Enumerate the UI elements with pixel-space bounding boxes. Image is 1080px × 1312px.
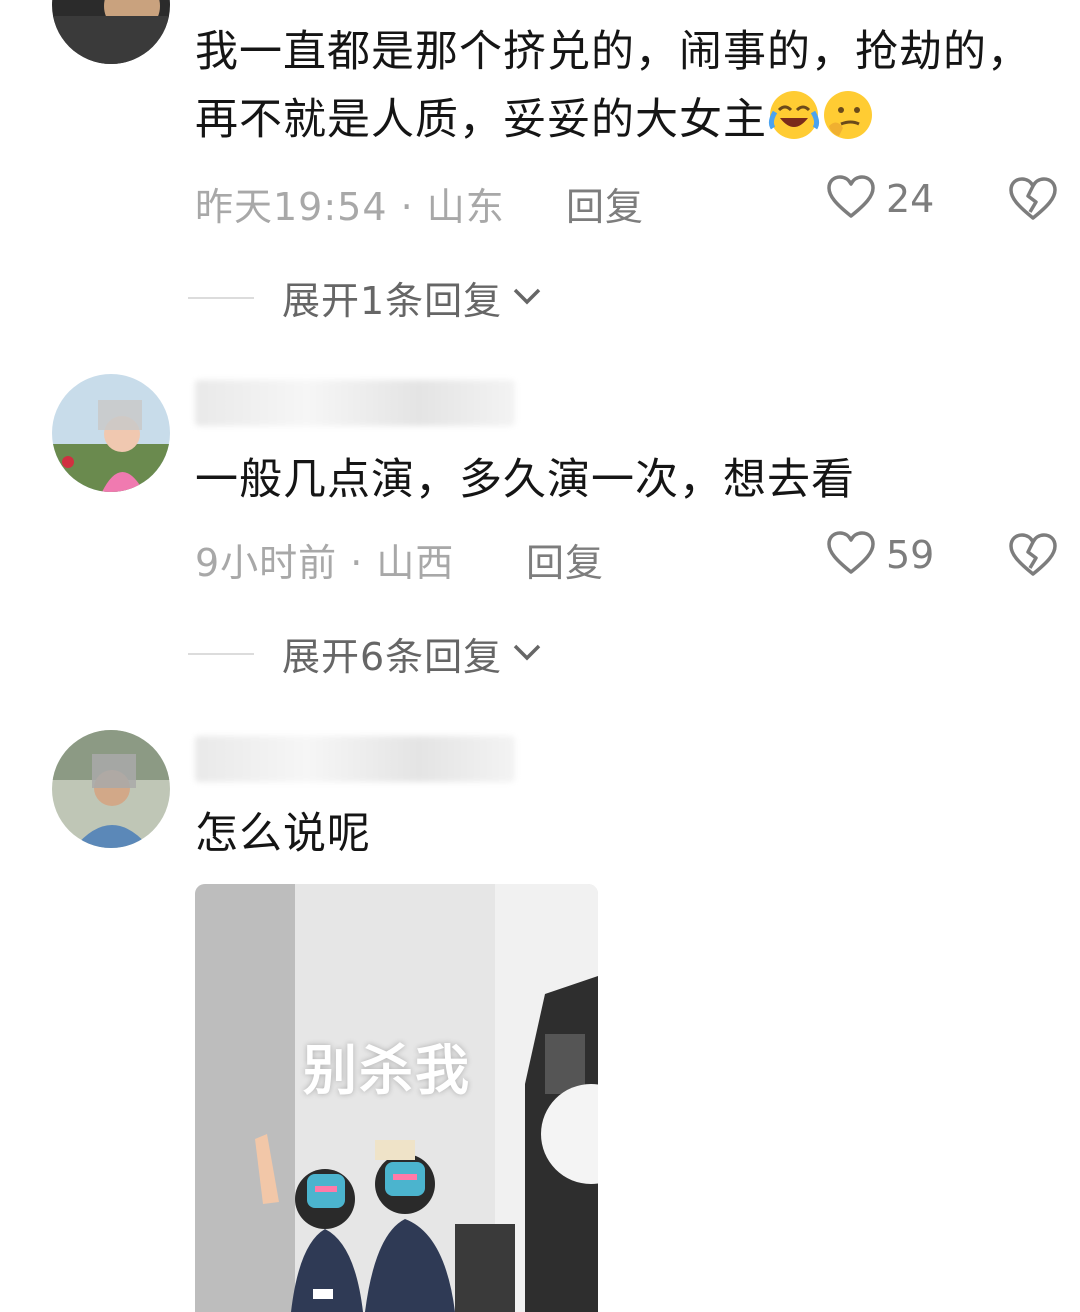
image-caption: 别杀我 bbox=[303, 1039, 471, 1102]
laughing-crying-emoji bbox=[767, 88, 821, 142]
heart-icon bbox=[826, 530, 876, 580]
like-count: 59 bbox=[886, 533, 935, 577]
expand-replies-label: 展开6条回复 bbox=[282, 635, 503, 679]
comment-text: 怎么说呢 bbox=[195, 809, 371, 859]
dislike-button[interactable] bbox=[1008, 532, 1058, 582]
expand-replies-label: 展开1条回复 bbox=[282, 279, 503, 323]
comment-text: 一般几点演，多久演一次，想去看 bbox=[195, 455, 855, 505]
avatar[interactable] bbox=[52, 0, 170, 64]
username-redacted bbox=[195, 736, 515, 782]
broken-heart-icon bbox=[1008, 533, 1058, 582]
broken-heart-icon bbox=[1008, 177, 1058, 226]
username-redacted bbox=[195, 380, 515, 426]
reply-button[interactable]: 回复 bbox=[526, 532, 604, 587]
thinking-emoji bbox=[821, 88, 875, 142]
divider bbox=[188, 652, 254, 655]
like-count: 24 bbox=[886, 177, 935, 221]
chevron-down-icon bbox=[512, 642, 542, 666]
expand-replies-button[interactable]: 展开1条回复 bbox=[188, 270, 542, 325]
expand-replies-button[interactable]: 展开6条回复 bbox=[188, 626, 542, 681]
dislike-button[interactable] bbox=[1008, 176, 1058, 226]
comment-text: 我一直都是那个挤兑的，闹事的，抢劫的，再不就是人质，妥妥的大女主 bbox=[195, 27, 1031, 145]
chevron-down-icon bbox=[512, 286, 542, 310]
divider bbox=[188, 296, 254, 299]
comment-image[interactable]: 别杀我 bbox=[195, 884, 598, 1312]
like-button[interactable]: 59 bbox=[826, 530, 934, 580]
avatar[interactable] bbox=[52, 730, 170, 848]
reply-button[interactable]: 回复 bbox=[566, 176, 644, 231]
avatar[interactable] bbox=[52, 374, 170, 492]
like-button[interactable]: 24 bbox=[826, 174, 934, 224]
comment-meta: 昨天19:54 · 山东 bbox=[195, 185, 505, 229]
comment-meta: 9小时前 · 山西 bbox=[195, 541, 455, 585]
heart-icon bbox=[826, 174, 876, 224]
